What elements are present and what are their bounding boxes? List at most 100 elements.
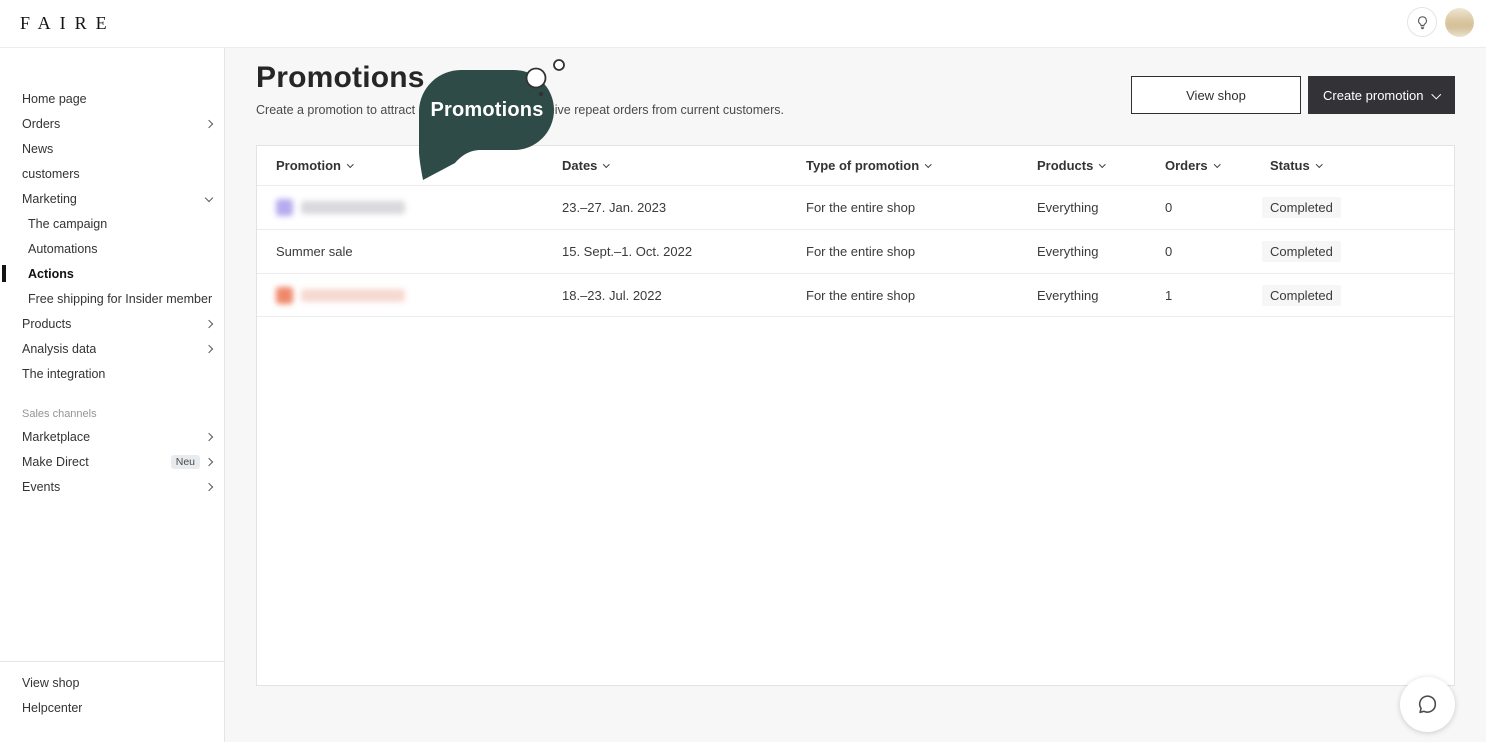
topbar-actions	[1407, 7, 1474, 37]
top-bar: FAIRE	[0, 0, 1486, 48]
status-cell: Completed	[1270, 285, 1454, 306]
sort-chevron-icon	[347, 161, 353, 167]
status-cell: Completed	[1270, 241, 1454, 262]
status-cell: Completed	[1270, 197, 1454, 218]
sales-channels-section-label: Sales channels	[0, 404, 224, 424]
redacted-promotion-icon	[276, 287, 293, 304]
products-cell: Everything	[1037, 244, 1165, 259]
sidebar-item-label: Orders	[22, 117, 60, 131]
sidebar-item-automations[interactable]: Automations	[0, 236, 224, 261]
sidebar-item-label: Events	[22, 480, 60, 494]
sidebar-item-label: News	[22, 142, 53, 156]
redacted-promotion-name	[301, 201, 405, 214]
promotion-cell	[276, 199, 562, 216]
column-header-status[interactable]: Status	[1270, 158, 1454, 173]
sort-chevron-icon	[1316, 161, 1322, 167]
promotions-table: PromotionDatesType of promotionProductsO…	[256, 145, 1455, 686]
promotion-name: Summer sale	[276, 244, 353, 259]
column-header-products[interactable]: Products	[1037, 158, 1165, 173]
sidebar-item-marketing[interactable]: Marketing	[0, 186, 224, 211]
sidebar-item-label: Automations	[28, 242, 97, 256]
products-cell: Everything	[1037, 288, 1165, 303]
view-shop-button[interactable]: View shop	[1131, 76, 1301, 114]
page-title: Promotions	[256, 61, 425, 95]
page-subtitle: Create a promotion to attract new custom…	[256, 103, 784, 117]
faire-logo[interactable]: FAIRE	[20, 13, 116, 34]
sidebar-item-label: Marketplace	[22, 430, 90, 444]
sidebar-item-analysis-data[interactable]: Analysis data	[0, 336, 224, 361]
sidebar-item-label: Analysis data	[22, 342, 96, 356]
chevron-right-icon	[205, 344, 213, 352]
sidebar-item-the-campaign[interactable]: The campaign	[0, 211, 224, 236]
table-row[interactable]: Summer sale 15. Sept.–1. Oct. 2022For the…	[257, 229, 1454, 273]
tips-button[interactable]	[1407, 7, 1437, 37]
sidebar-item-events[interactable]: Events	[0, 474, 224, 499]
user-avatar[interactable]	[1445, 8, 1474, 37]
table-row[interactable]: 23.–27. Jan. 2023For the entire shopEver…	[257, 185, 1454, 229]
sidebar-item-label: Free shipping for Insider members	[28, 292, 212, 306]
column-header-dates[interactable]: Dates	[562, 158, 806, 173]
chevron-right-icon	[205, 457, 213, 465]
sidebar-item-label: Home page	[22, 92, 87, 106]
sidebar-item-marketplace[interactable]: Marketplace	[0, 424, 224, 449]
products-cell: Everything	[1037, 200, 1165, 215]
sidebar-item-make-direct[interactable]: Make DirectNeu	[0, 449, 224, 474]
sidebar-item-label: Marketing	[22, 192, 77, 206]
orders-cell: 0	[1165, 200, 1270, 215]
sidebar-item-helpcenter[interactable]: Helpcenter	[0, 695, 224, 720]
chat-bubble-icon	[1415, 692, 1440, 717]
sidebar-item-label: Helpcenter	[22, 701, 82, 715]
type-cell: For the entire shop	[806, 200, 1037, 215]
chevron-down-icon	[1432, 89, 1441, 98]
dates-cell: 18.–23. Jul. 2022	[562, 288, 806, 303]
sidebar-item-free-shipping-for-insider-members[interactable]: Free shipping for Insider members	[0, 286, 224, 311]
type-cell: For the entire shop	[806, 288, 1037, 303]
orders-cell: 1	[1165, 288, 1270, 303]
orders-cell: 0	[1165, 244, 1270, 259]
sidebar-item-view-shop[interactable]: View shop	[0, 670, 224, 695]
sort-chevron-icon	[1099, 161, 1105, 167]
sidebar-item-label: Actions	[28, 267, 74, 281]
sort-chevron-icon	[603, 161, 609, 167]
chevron-down-icon	[205, 193, 213, 201]
chevron-right-icon	[205, 482, 213, 490]
column-header-promotion[interactable]: Promotion	[276, 158, 562, 173]
sidebar-item-home-page[interactable]: Home page	[0, 86, 224, 111]
sidebar-item-label: Make Direct	[22, 455, 89, 469]
chevron-right-icon	[205, 432, 213, 440]
sidebar-item-actions[interactable]: Actions	[0, 261, 224, 286]
table-header-row: PromotionDatesType of promotionProductsO…	[257, 146, 1454, 185]
column-header-type-of-promotion[interactable]: Type of promotion	[806, 158, 1037, 173]
status-badge: Completed	[1262, 197, 1341, 218]
sort-chevron-icon	[1214, 161, 1220, 167]
create-promotion-button[interactable]: Create promotion	[1308, 76, 1455, 114]
chat-button[interactable]	[1400, 677, 1455, 732]
redacted-promotion-icon	[276, 199, 293, 216]
table-row[interactable]: 18.–23. Jul. 2022For the entire shopEver…	[257, 273, 1454, 317]
redacted-promotion-name	[301, 289, 405, 302]
sidebar-item-the-integration[interactable]: The integration	[0, 361, 224, 386]
promotion-cell: Summer sale	[276, 244, 562, 259]
sidebar-item-orders[interactable]: Orders	[0, 111, 224, 136]
sidebar-item-news[interactable]: News	[0, 136, 224, 161]
sidebar-item-label: Products	[22, 317, 71, 331]
dates-cell: 15. Sept.–1. Oct. 2022	[562, 244, 806, 259]
sidebar-item-label: The campaign	[28, 217, 107, 231]
sort-chevron-icon	[925, 161, 931, 167]
lightbulb-icon	[1414, 14, 1431, 31]
sidebar-footer: View shop Helpcenter	[0, 661, 224, 720]
promotion-cell	[276, 287, 562, 304]
sidebar-item-products[interactable]: Products	[0, 311, 224, 336]
column-header-orders[interactable]: Orders	[1165, 158, 1270, 173]
dates-cell: 23.–27. Jan. 2023	[562, 200, 806, 215]
sidebar: Home page Orders News customers Marketing The…	[0, 48, 225, 742]
view-shop-label: View shop	[1186, 88, 1246, 103]
table-body: 23.–27. Jan. 2023For the entire shopEver…	[257, 185, 1454, 317]
chevron-right-icon	[205, 119, 213, 127]
sidebar-item-label: View shop	[22, 676, 79, 690]
sidebar-item-label: customers	[22, 167, 80, 181]
sidebar-item-label: The integration	[22, 367, 105, 381]
sidebar-item-customers[interactable]: customers	[0, 161, 224, 186]
create-promotion-label: Create promotion	[1323, 88, 1423, 103]
type-cell: For the entire shop	[806, 244, 1037, 259]
